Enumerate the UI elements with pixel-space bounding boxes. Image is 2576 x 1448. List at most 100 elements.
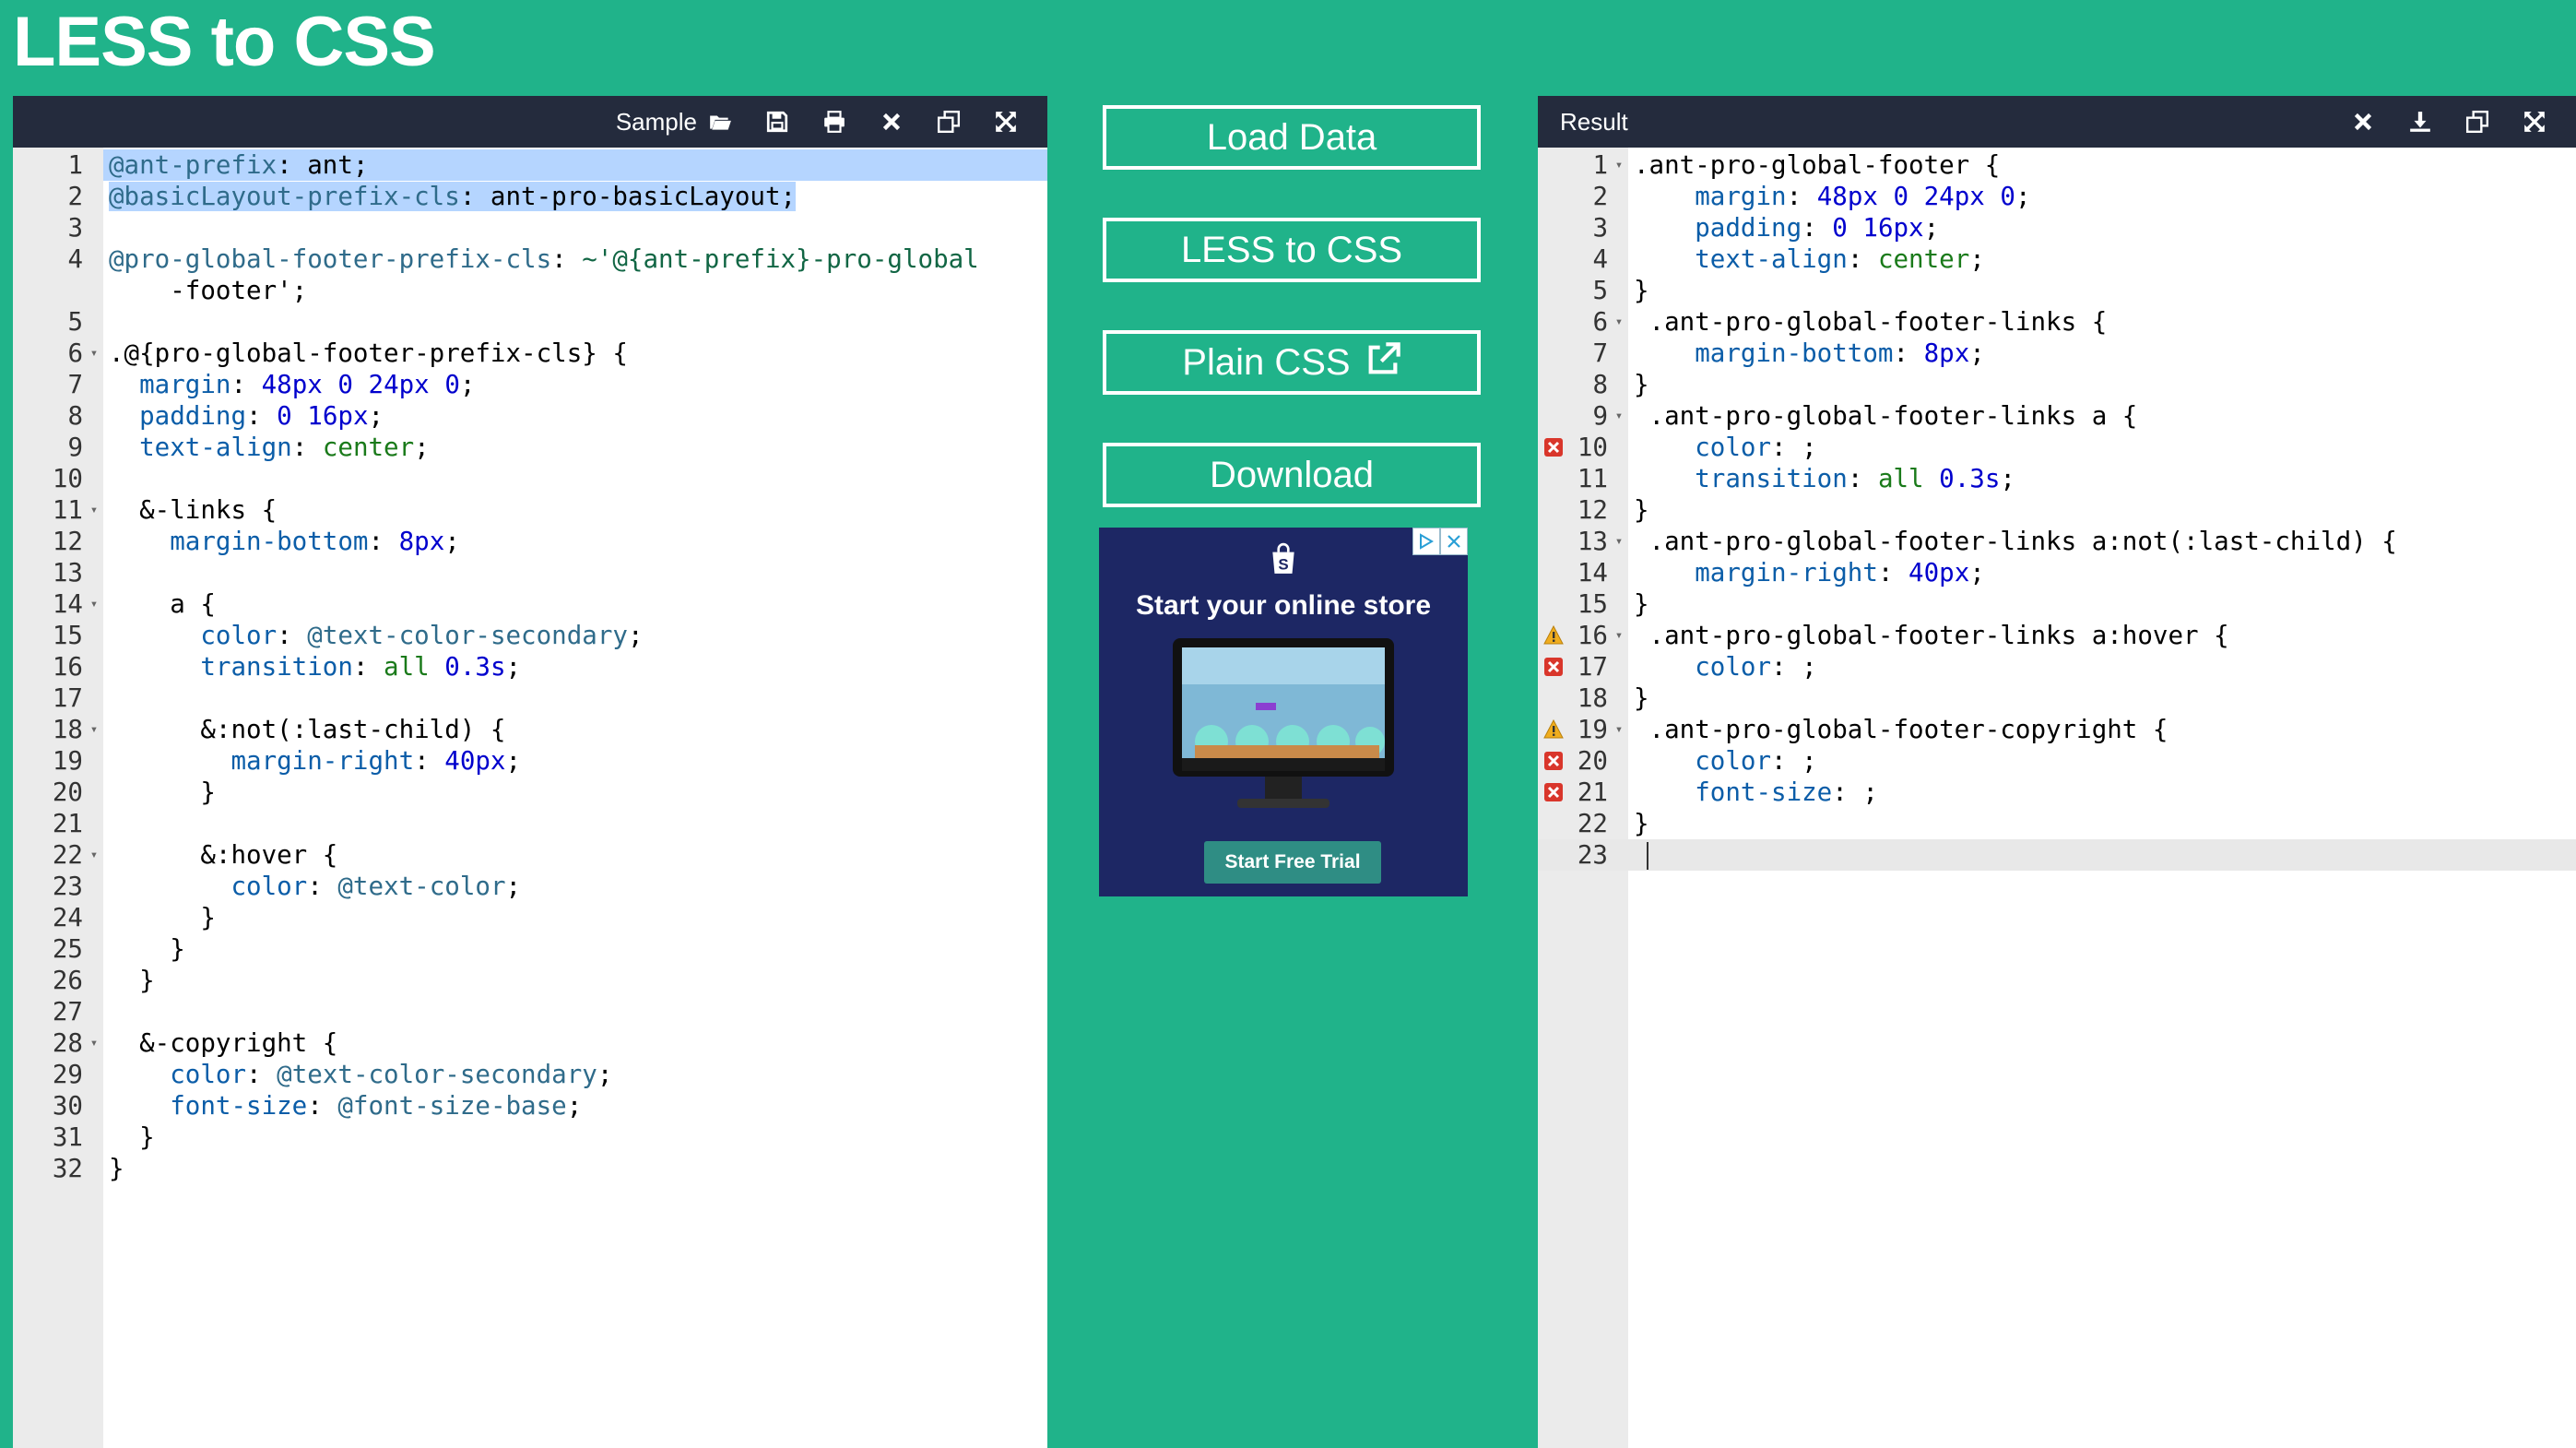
expand-icon[interactable] bbox=[977, 96, 1034, 148]
result-code-line[interactable]: 4 text-align: center; bbox=[1538, 243, 2576, 275]
sample-code-lines[interactable]: 1 @ant-prefix: ant; 2 @basicLayout-prefix-c… bbox=[13, 149, 1047, 1184]
result-code-line[interactable]: 8} bbox=[1538, 369, 2576, 400]
sample-code-line[interactable]: 10 bbox=[13, 463, 1047, 494]
warning-icon[interactable] bbox=[1543, 625, 1564, 646]
fold-toggle-icon[interactable]: ▾ bbox=[85, 839, 103, 871]
result-code-line[interactable]: 16 ▾ .ant-pro-global-footer-links a:hover… bbox=[1538, 620, 2576, 651]
result-code-line[interactable]: 23 bbox=[1538, 839, 2576, 871]
error-icon[interactable] bbox=[1543, 751, 1564, 771]
result-code-line[interactable]: 6 ▾ .ant-pro-global-footer-links { bbox=[1538, 306, 2576, 338]
error-icon[interactable] bbox=[1543, 437, 1564, 457]
fold-toggle-icon[interactable]: ▾ bbox=[85, 588, 103, 620]
result-code-line[interactable]: 21 font-size: ; bbox=[1538, 777, 2576, 808]
fold-toggle-icon[interactable]: ▾ bbox=[1610, 306, 1628, 338]
result-code-line[interactable]: 5} bbox=[1538, 275, 2576, 306]
sample-editor[interactable]: Sample 1@ant-prefix: ant;2@basicLayou bbox=[13, 96, 1047, 1448]
sample-code-area[interactable]: 1 @ant-prefix: ant; 2 @basicLayout-prefix-c… bbox=[13, 148, 1047, 1448]
download-button[interactable]: Download bbox=[1103, 443, 1481, 507]
result-code-line[interactable]: 13 ▾ .ant-pro-global-footer-links a:not(:… bbox=[1538, 526, 2576, 557]
fold-toggle-icon[interactable]: ▾ bbox=[1610, 620, 1628, 651]
fold-toggle-icon[interactable]: ▾ bbox=[1610, 149, 1628, 181]
sample-code-line[interactable]: 15 color: @text-color-secondary; bbox=[13, 620, 1047, 651]
result-code-line[interactable]: 12} bbox=[1538, 494, 2576, 526]
load-data-button[interactable]: Load Data bbox=[1103, 105, 1481, 170]
sample-code-line[interactable]: 17 bbox=[13, 682, 1047, 714]
ad-choices-icon[interactable] bbox=[1412, 528, 1440, 555]
result-code-line[interactable]: 3 padding: 0 16px; bbox=[1538, 212, 2576, 243]
sample-code-line[interactable]: 18 ▾ &:not(:last-child) { bbox=[13, 714, 1047, 745]
sample-code-line[interactable]: 27 bbox=[13, 996, 1047, 1027]
sample-code-line[interactable]: 21 bbox=[13, 808, 1047, 839]
sample-code-line[interactable]: 26 } bbox=[13, 965, 1047, 996]
sample-code-line[interactable]: 29 color: @text-color-secondary; bbox=[13, 1059, 1047, 1090]
sample-code-line[interactable]: 14 ▾ a { bbox=[13, 588, 1047, 620]
sample-code-line[interactable]: 16 transition: all 0.3s; bbox=[13, 651, 1047, 682]
error-icon[interactable] bbox=[1543, 657, 1564, 677]
sample-code-line[interactable]: 7 margin: 48px 0 24px 0; bbox=[13, 369, 1047, 400]
plain-css-button[interactable]: Plain CSS bbox=[1103, 330, 1481, 395]
warning-icon[interactable] bbox=[1543, 719, 1564, 740]
ad-close-icon[interactable] bbox=[1440, 528, 1468, 555]
sample-code-line[interactable]: 23 color: @text-color; bbox=[13, 871, 1047, 902]
less-to-css-button[interactable]: LESS to CSS bbox=[1103, 218, 1481, 282]
result-code-line[interactable]: 19 ▾ .ant-pro-global-footer-copyright { bbox=[1538, 714, 2576, 745]
result-editor[interactable]: Result 1 ▾ .ant-pro-global-footer {2 margi… bbox=[1538, 96, 2576, 1448]
result-code-line[interactable]: 14 margin-right: 40px; bbox=[1538, 557, 2576, 588]
sample-code-line[interactable]: 31 } bbox=[13, 1122, 1047, 1153]
advertisement[interactable]: S Start your online store Start Free Tri… bbox=[1099, 528, 1468, 896]
save-icon[interactable] bbox=[749, 96, 806, 148]
result-code-line[interactable]: 10 color: ; bbox=[1538, 432, 2576, 463]
result-code-line[interactable]: 2 margin: 48px 0 24px 0; bbox=[1538, 181, 2576, 212]
sample-code-line[interactable]: 22 ▾ &:hover { bbox=[13, 839, 1047, 871]
sample-code-line[interactable]: 2 @basicLayout-prefix-cls: ant-pro-basicL… bbox=[13, 181, 1047, 212]
sample-code-line[interactable]: 19 margin-right: 40px; bbox=[13, 745, 1047, 777]
copy-icon[interactable] bbox=[2449, 96, 2506, 148]
sample-code-line[interactable]: 3 bbox=[13, 212, 1047, 243]
sample-code-line[interactable]: 6 ▾ .@{pro-global-footer-prefix-cls} { bbox=[13, 338, 1047, 369]
fold-toggle-icon[interactable]: ▾ bbox=[85, 1027, 103, 1059]
copy-icon[interactable] bbox=[920, 96, 977, 148]
ad-choices[interactable] bbox=[1412, 528, 1468, 555]
sample-code-line[interactable]: 5 bbox=[13, 306, 1047, 338]
result-code-line[interactable]: 22} bbox=[1538, 808, 2576, 839]
sample-code-line[interactable]: 24 } bbox=[13, 902, 1047, 933]
code-text: padding: 0 16px; bbox=[139, 401, 384, 431]
result-code-line[interactable]: 18} bbox=[1538, 682, 2576, 714]
result-code-line[interactable]: 15} bbox=[1538, 588, 2576, 620]
error-icon[interactable] bbox=[1543, 782, 1564, 802]
close-icon[interactable] bbox=[863, 96, 920, 148]
folder-open-icon[interactable] bbox=[691, 96, 749, 148]
sample-code-line[interactable]: 25 } bbox=[13, 933, 1047, 965]
sample-code-line[interactable]: 20 } bbox=[13, 777, 1047, 808]
download-icon[interactable] bbox=[2392, 96, 2449, 148]
fold-toggle-icon[interactable]: ▾ bbox=[1610, 526, 1628, 557]
close-icon[interactable] bbox=[2334, 96, 2392, 148]
fold-toggle-icon[interactable]: ▾ bbox=[1610, 400, 1628, 432]
fold-toggle-icon[interactable]: ▾ bbox=[1610, 714, 1628, 745]
sample-code-line[interactable]: 8 padding: 0 16px; bbox=[13, 400, 1047, 432]
result-code-line[interactable]: 20 color: ; bbox=[1538, 745, 2576, 777]
expand-icon[interactable] bbox=[2506, 96, 2563, 148]
result-code-area[interactable]: 1 ▾ .ant-pro-global-footer {2 margin: 48px… bbox=[1538, 148, 2576, 1448]
print-icon[interactable] bbox=[806, 96, 863, 148]
ad-start-trial-button[interactable]: Start Free Trial bbox=[1204, 841, 1381, 884]
sample-code-line[interactable]: 9 text-align: center; bbox=[13, 432, 1047, 463]
fold-toggle-icon[interactable]: ▾ bbox=[85, 714, 103, 745]
sample-code-line[interactable]: 30 font-size: @font-size-base; bbox=[13, 1090, 1047, 1122]
fold-toggle-icon[interactable]: ▾ bbox=[85, 494, 103, 526]
sample-code-line[interactable]: 13 bbox=[13, 557, 1047, 588]
sample-code-line[interactable]: 4 @pro-global-footer-prefix-cls: ~'@{ant-… bbox=[13, 243, 1047, 306]
result-code-line[interactable]: 9 ▾ .ant-pro-global-footer-links a { bbox=[1538, 400, 2576, 432]
sample-code-line[interactable]: 11 ▾ &-links { bbox=[13, 494, 1047, 526]
sample-code-line[interactable]: 32} bbox=[13, 1153, 1047, 1184]
fold-toggle-icon[interactable]: ▾ bbox=[85, 338, 103, 369]
sample-code-line[interactable]: 12 margin-bottom: 8px; bbox=[13, 526, 1047, 557]
code-text: } bbox=[1634, 589, 1649, 619]
result-code-line[interactable]: 7 margin-bottom: 8px; bbox=[1538, 338, 2576, 369]
result-code-line[interactable]: 11 transition: all 0.3s; bbox=[1538, 463, 2576, 494]
sample-code-line[interactable]: 28 ▾ &-copyright { bbox=[13, 1027, 1047, 1059]
sample-code-line[interactable]: 1 @ant-prefix: ant; bbox=[13, 149, 1047, 181]
result-code-lines[interactable]: 1 ▾ .ant-pro-global-footer {2 margin: 48px… bbox=[1538, 149, 2576, 871]
result-code-line[interactable]: 17 color: ; bbox=[1538, 651, 2576, 682]
result-code-line[interactable]: 1 ▾ .ant-pro-global-footer { bbox=[1538, 149, 2576, 181]
